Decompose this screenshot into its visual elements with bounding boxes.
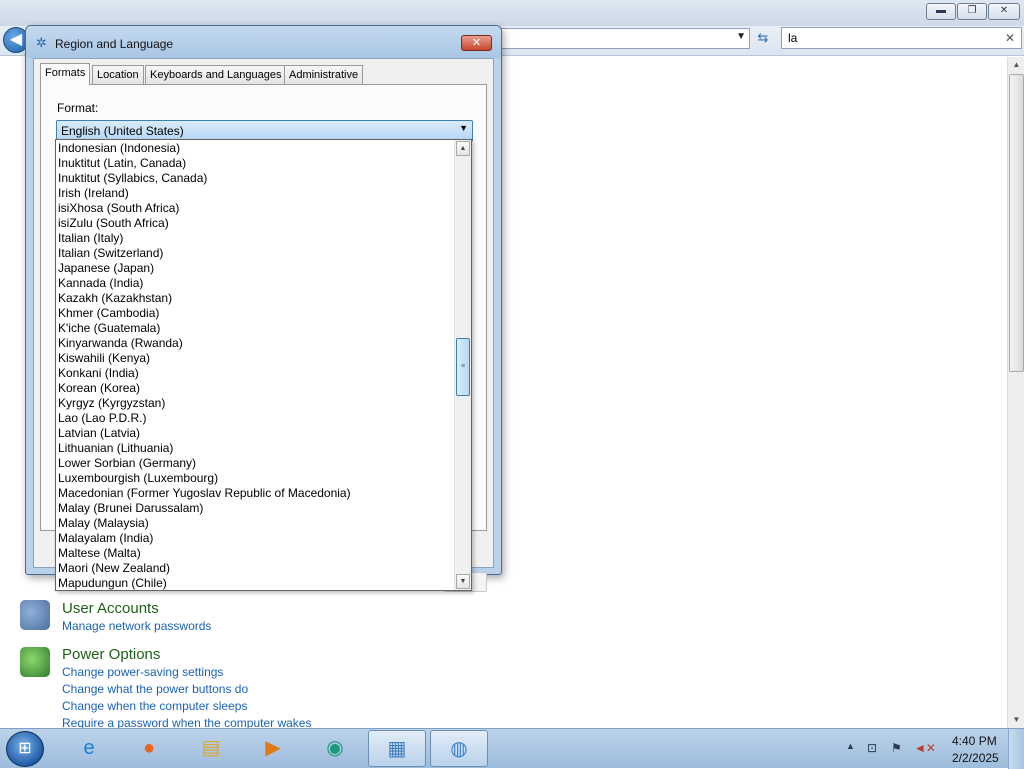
format-option[interactable]: Lower Sorbian (Germany) — [56, 456, 455, 471]
media-player-icon[interactable]: ▶ — [244, 730, 302, 767]
format-dropdown-list[interactable]: Indonesian (Indonesia) Inuktitut (Latin, … — [55, 139, 472, 591]
power-options-icon — [20, 647, 50, 677]
format-option[interactable]: Korean (Korea) — [56, 381, 455, 396]
close-button[interactable]: ✕ — [988, 3, 1020, 20]
format-option[interactable]: isiXhosa (South Africa) — [56, 201, 455, 216]
power-saving-link[interactable]: Change power-saving settings — [62, 665, 223, 679]
format-option[interactable]: Kazakh (Kazakhstan) — [56, 291, 455, 306]
format-option[interactable]: Lao (Lao P.D.R.) — [56, 411, 455, 426]
dialog-title: Region and Language — [55, 37, 174, 51]
format-options: Indonesian (Indonesia) Inuktitut (Latin, … — [56, 141, 455, 590]
explorer-titlebar: ▬ ❐ ✕ — [0, 0, 1024, 26]
list-scroll-up-arrow[interactable]: ▲ — [456, 141, 470, 156]
tab-location[interactable]: Location — [92, 65, 144, 84]
tab-formats[interactable]: Formats — [40, 63, 91, 85]
minimize-button[interactable]: ▬ — [926, 3, 956, 20]
list-scroll-down-arrow[interactable]: ▼ — [456, 574, 470, 589]
clock-time[interactable]: 4:40 PM — [952, 734, 997, 748]
format-option[interactable]: Irish (Ireland) — [56, 186, 455, 201]
show-hidden-icons-icon[interactable]: ▲ — [846, 741, 855, 751]
scroll-up-arrow[interactable]: ▲ — [1008, 57, 1024, 73]
computer-sleeps-link[interactable]: Change when the computer sleeps — [62, 699, 247, 713]
format-option[interactable]: K'iche (Guatemala) — [56, 321, 455, 336]
format-option[interactable]: Indonesian (Indonesia) — [56, 141, 455, 156]
tab-administrative[interactable]: Administrative — [284, 65, 364, 84]
format-option[interactable]: Lithuanian (Lithuania) — [56, 441, 455, 456]
format-option[interactable]: Latvian (Latvia) — [56, 426, 455, 441]
format-option[interactable]: Kiswahili (Kenya) — [56, 351, 455, 366]
users-icon — [20, 600, 50, 630]
power-options-heading[interactable]: Power Options — [62, 646, 160, 663]
clock-date[interactable]: 2/2/2025 — [952, 751, 999, 765]
format-option[interactable]: Mapudungun (Chile) — [56, 576, 455, 590]
format-option[interactable]: Luxembourgish (Luxembourg) — [56, 471, 455, 486]
region-language-icon[interactable]: ◍ — [430, 730, 488, 767]
format-label: Format: — [57, 101, 99, 115]
volume-muted-icon[interactable]: ◄✕ — [914, 741, 936, 755]
format-option[interactable]: Maori (New Zealand) — [56, 561, 455, 576]
format-option[interactable]: Maltese (Malta) — [56, 546, 455, 561]
clear-search-icon[interactable]: ✕ — [1005, 31, 1015, 45]
taskbar: ⊞ e ● ▤ ▶ ◉ ▦ ◍ ▲ ⊡ ⚑ ◄✕ 4:40 PM 2/2/2025 — [0, 728, 1024, 769]
address-field[interactable]: ▼ — [500, 28, 750, 49]
globe-icon: ✲ — [36, 35, 47, 50]
format-option[interactable]: Malay (Brunei Darussalam) — [56, 501, 455, 516]
user-accounts-heading[interactable]: User Accounts — [62, 600, 159, 617]
restore-button[interactable]: ❐ — [957, 3, 987, 20]
format-option[interactable]: Konkani (India) — [56, 366, 455, 381]
search-input-value: la — [788, 31, 798, 45]
list-scroll-thumb[interactable]: ≡ — [456, 338, 470, 396]
firefox-icon[interactable]: ● — [120, 730, 178, 767]
power-buttons-link[interactable]: Change what the power buttons do — [62, 682, 248, 696]
windows-explorer-icon[interactable]: ▤ — [182, 730, 240, 767]
format-option[interactable]: Italian (Italy) — [56, 231, 455, 246]
tab-keyboards-languages[interactable]: Keyboards and Languages — [145, 65, 287, 84]
explorer-scrollbar[interactable]: ▲ ▼ — [1007, 57, 1024, 728]
action-center-flag-icon[interactable]: ⚑ — [891, 741, 902, 755]
chevron-down-icon[interactable]: ▼ — [459, 123, 468, 133]
start-button[interactable]: ⊞ — [6, 731, 44, 767]
scroll-down-arrow[interactable]: ▼ — [1008, 712, 1024, 728]
app-icon[interactable]: ◉ — [306, 730, 364, 767]
format-option[interactable]: Kinyarwanda (Rwanda) — [56, 336, 455, 351]
format-option[interactable]: Inuktitut (Latin, Canada) — [56, 156, 455, 171]
format-option[interactable]: Malayalam (India) — [56, 531, 455, 546]
dialog-titlebar[interactable]: ✲ Region and Language ✕ — [26, 26, 501, 58]
format-option[interactable]: Malay (Malaysia) — [56, 516, 455, 531]
format-option[interactable]: Kyrgyz (Kyrgyzstan) — [56, 396, 455, 411]
dialog-close-button[interactable]: ✕ — [461, 35, 492, 51]
control-panel-icon[interactable]: ▦ — [368, 730, 426, 767]
refresh-button[interactable]: ⇆ — [752, 28, 774, 49]
format-option[interactable]: Japanese (Japan) — [56, 261, 455, 276]
network-icon[interactable]: ⊡ — [867, 741, 877, 755]
format-select-value: English (United States) — [61, 124, 184, 138]
internet-explorer-icon[interactable]: e — [60, 730, 118, 767]
manage-network-passwords-link[interactable]: Manage network passwords — [62, 619, 211, 633]
format-option[interactable]: Italian (Switzerland) — [56, 246, 455, 261]
format-option[interactable]: isiZulu (South Africa) — [56, 216, 455, 231]
format-option[interactable]: Khmer (Cambodia) — [56, 306, 455, 321]
scroll-thumb[interactable] — [1009, 74, 1024, 372]
show-desktop-button[interactable] — [1008, 729, 1024, 769]
format-option[interactable]: Inuktitut (Syllabics, Canada) — [56, 171, 455, 186]
format-option[interactable]: Macedonian (Former Yugoslav Republic of … — [56, 486, 455, 501]
list-scrollbar[interactable]: ▲ ≡ ▼ — [454, 140, 471, 590]
search-input[interactable]: la ✕ — [781, 27, 1022, 49]
format-option[interactable]: Kannada (India) — [56, 276, 455, 291]
chevron-down-icon[interactable]: ▼ — [736, 31, 746, 42]
